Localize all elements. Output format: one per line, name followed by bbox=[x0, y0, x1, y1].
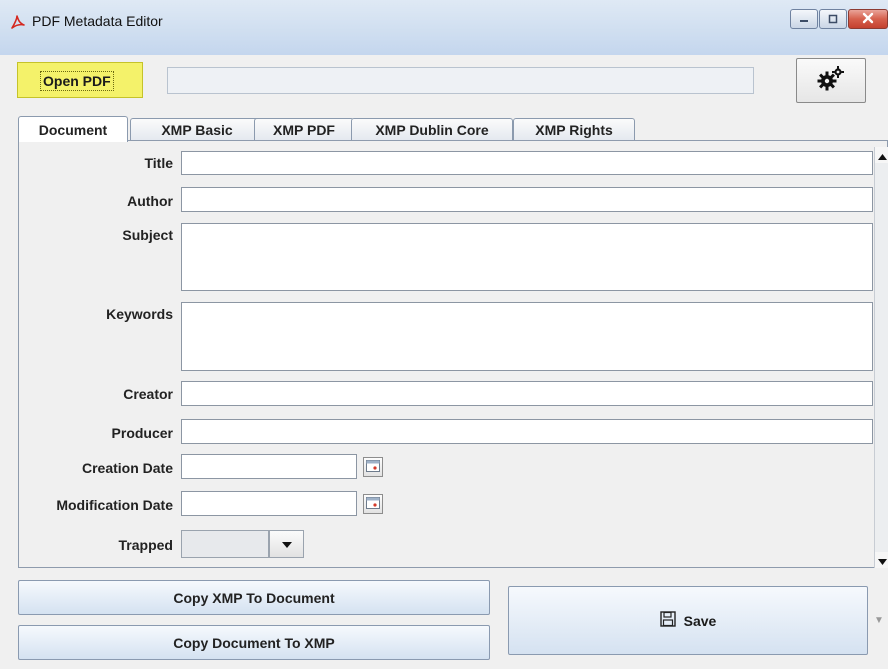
author-field[interactable] bbox=[181, 187, 873, 212]
author-label: Author bbox=[127, 193, 173, 209]
maximize-button[interactable] bbox=[819, 9, 847, 29]
keywords-field[interactable] bbox=[181, 302, 873, 371]
floppy-disk-icon bbox=[659, 611, 676, 630]
maximize-icon bbox=[827, 12, 839, 27]
chevron-down-icon bbox=[281, 537, 293, 552]
title-field[interactable] bbox=[181, 151, 873, 175]
minimize-button[interactable] bbox=[790, 9, 818, 29]
producer-label: Producer bbox=[111, 425, 173, 441]
calendar-icon bbox=[366, 496, 380, 512]
subject-label: Subject bbox=[122, 227, 173, 243]
file-path-field[interactable] bbox=[167, 67, 754, 94]
tab-xmp-dublin-core[interactable]: XMP Dublin Core bbox=[351, 118, 513, 141]
modification-date-picker-button[interactable] bbox=[363, 494, 383, 514]
gears-icon bbox=[817, 66, 845, 95]
open-pdf-button[interactable]: Open PDF bbox=[17, 62, 143, 98]
minimize-icon bbox=[798, 12, 810, 27]
trapped-label: Trapped bbox=[118, 537, 173, 553]
save-label: Save bbox=[683, 612, 717, 629]
open-pdf-label: Open PDF bbox=[40, 71, 114, 91]
keywords-label: Keywords bbox=[106, 306, 173, 322]
producer-field[interactable] bbox=[181, 419, 873, 444]
tab-document[interactable]: Document bbox=[18, 116, 128, 142]
vertical-scrollbar[interactable] bbox=[874, 147, 888, 568]
creator-label: Creator bbox=[123, 386, 173, 402]
modification-date-field[interactable] bbox=[181, 491, 357, 516]
close-button[interactable] bbox=[848, 9, 888, 29]
pdf-icon bbox=[10, 14, 26, 30]
creation-date-field[interactable] bbox=[181, 454, 357, 479]
save-button[interactable]: Save bbox=[508, 586, 868, 655]
arrow-up-icon bbox=[878, 148, 887, 163]
window-titlebar: PDF Metadata Editor bbox=[0, 0, 888, 55]
scroll-up-button[interactable] bbox=[875, 147, 888, 163]
modification-date-label: Modification Date bbox=[56, 497, 173, 513]
trapped-dropdown-button[interactable] bbox=[269, 530, 304, 558]
trapped-value bbox=[181, 530, 269, 558]
tab-xmp-rights[interactable]: XMP Rights bbox=[513, 118, 635, 141]
chevron-down-icon: ▼ bbox=[874, 615, 884, 626]
trapped-select[interactable] bbox=[181, 530, 304, 558]
save-menu-button[interactable]: ▼ bbox=[870, 586, 888, 655]
title-label: Title bbox=[144, 155, 173, 171]
document-panel: Title Author Subject Keywords Creator Pr… bbox=[18, 140, 888, 568]
window-title: PDF Metadata Editor bbox=[32, 13, 163, 29]
creation-date-label: Creation Date bbox=[81, 460, 173, 476]
calendar-icon bbox=[366, 459, 380, 475]
copy-xmp-to-document-button[interactable]: Copy XMP To Document bbox=[18, 580, 490, 615]
copy-document-to-xmp-button[interactable]: Copy Document To XMP bbox=[18, 625, 490, 660]
tab-xmp-basic[interactable]: XMP Basic bbox=[130, 118, 264, 141]
scroll-down-button[interactable] bbox=[875, 552, 888, 568]
subject-field[interactable] bbox=[181, 223, 873, 291]
creation-date-picker-button[interactable] bbox=[363, 457, 383, 477]
settings-button[interactable] bbox=[796, 58, 866, 103]
creator-field[interactable] bbox=[181, 381, 873, 406]
arrow-down-icon bbox=[878, 553, 887, 568]
close-icon bbox=[862, 12, 874, 26]
tab-xmp-pdf[interactable]: XMP PDF bbox=[254, 118, 354, 141]
